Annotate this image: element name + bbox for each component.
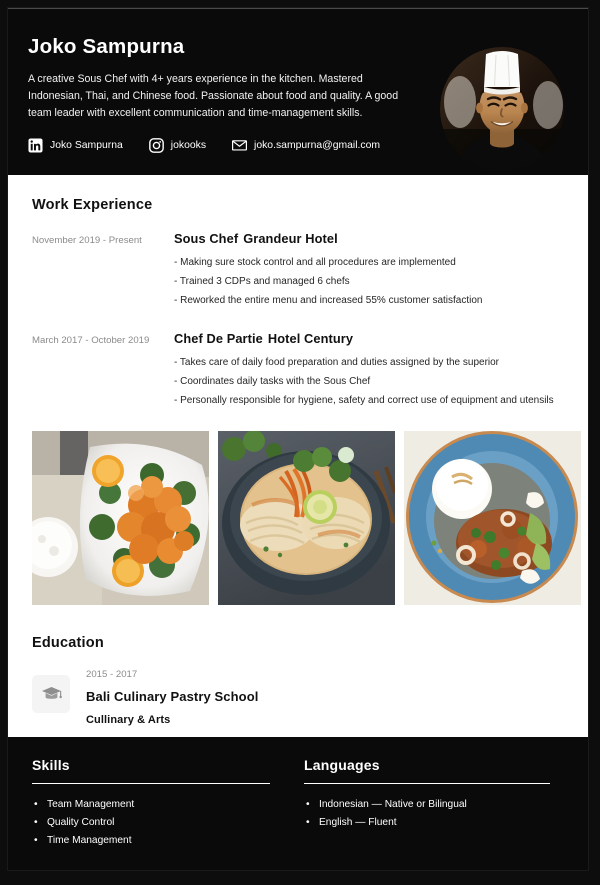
email-icon <box>232 138 248 153</box>
experience-heading: Sous Chef Grandeur Hotel <box>174 231 564 246</box>
contact-row: Joko Sampurna jokooks joko.sampurna@gmai… <box>28 138 428 154</box>
profile-summary: A creative Sous Chef with 4+ years exper… <box>28 73 399 120</box>
education-entry: 2015 - 2017 Bali Culinary Pastry School … <box>32 669 564 726</box>
experience-dates: November 2019 - Present <box>32 235 142 246</box>
languages-section: Languages Indonesian — Native or Bilingu… <box>298 757 564 870</box>
experience-heading: Chef De Partie Hotel Century <box>174 331 564 346</box>
contact-email[interactable]: joko.sampurna@gmail.com <box>232 138 380 153</box>
education-section: Education 2015 - 2017 Bali Culinary Past… <box>32 635 564 726</box>
experience-entry: March 2017 - October 2019 Chef De Partie… <box>32 331 564 413</box>
experience-company: Grandeur Hotel <box>243 231 338 246</box>
page-root: Joko Sampurna A creative Sous Chef with … <box>0 0 600 885</box>
experience-bullet: - Personally responsible for hygiene, sa… <box>174 395 554 406</box>
languages-title: Languages <box>304 757 380 773</box>
experience-bullet: - Coordinates daily tasks with the Sous … <box>174 376 371 387</box>
language-item: English — Fluent <box>304 814 550 832</box>
education-title: Education <box>32 635 104 651</box>
resume-footer: Skills Team Management Quality Control T… <box>8 737 588 870</box>
resume-card: Joko Sampurna A creative Sous Chef with … <box>8 8 588 870</box>
contact-linkedin[interactable]: Joko Sampurna <box>28 138 123 153</box>
food-photo-orange-chicken <box>32 431 209 605</box>
skills-list: Team Management Quality Control Time Man… <box>32 795 270 850</box>
experience-bullet: - Making sure stock control and all proc… <box>174 257 456 268</box>
instagram-icon <box>148 138 164 154</box>
experience-role: Chef De Partie <box>174 331 263 346</box>
education-major: Cullinary & Arts <box>86 714 171 726</box>
skill-item: Team Management <box>32 795 270 814</box>
skill-item: Quality Control <box>32 814 270 832</box>
food-photo-squid-rice-blue-plate <box>404 431 581 605</box>
experience-bullet: - Reworked the entire menu and increased… <box>174 295 483 306</box>
contact-instagram[interactable]: jokooks <box>148 138 207 154</box>
languages-list: Indonesian — Native or Bilingual English… <box>304 795 550 832</box>
language-item: Indonesian — Native or Bilingual <box>304 795 550 814</box>
education-text-block: 2015 - 2017 Bali Culinary Pastry School … <box>86 669 258 726</box>
food-photo-strip <box>32 431 581 605</box>
experience-bullet: - Trained 3 CDPs and managed 6 chefs <box>174 276 350 287</box>
education-school: Bali Culinary Pastry School <box>86 689 259 704</box>
contact-instagram-label: jokooks <box>170 140 207 152</box>
experience-role: Sous Chef <box>174 231 239 246</box>
skill-item: Time Management <box>32 832 270 850</box>
experience-company: Hotel Century <box>267 331 354 346</box>
contact-email-label: joko.sampurna@gmail.com <box>254 140 381 152</box>
experience-dates: March 2017 - October 2019 <box>32 335 150 346</box>
linkedin-icon <box>28 138 43 153</box>
education-years: 2015 - 2017 <box>86 669 138 680</box>
avatar <box>440 47 564 171</box>
resume-header: Joko Sampurna A creative Sous Chef with … <box>8 8 588 175</box>
resume-body: Work Experience November 2019 - Present … <box>8 175 588 737</box>
skills-title: Skills <box>32 757 70 773</box>
contact-linkedin-label: Joko Sampurna <box>50 140 123 152</box>
experience-bullet-list: - Takes care of daily food preparation a… <box>174 356 564 409</box>
graduation-cap-icon <box>32 675 70 713</box>
languages-divider <box>304 783 550 784</box>
header-text-block: Joko Sampurna A creative Sous Chef with … <box>28 35 428 154</box>
work-experience-title: Work Experience <box>32 197 153 213</box>
experience-bullet: - Takes care of daily food preparation a… <box>174 357 500 368</box>
experience-bullet-list: - Making sure stock control and all proc… <box>174 256 564 309</box>
page-title: Joko Sampurna <box>28 35 185 58</box>
food-photo-laksa-noodle-soup <box>218 431 395 605</box>
skills-section: Skills Team Management Quality Control T… <box>32 757 298 870</box>
skills-divider <box>32 783 270 784</box>
work-experience-section: Work Experience November 2019 - Present … <box>32 197 564 413</box>
experience-entry: November 2019 - Present Sous Chef Grandeu… <box>32 231 564 313</box>
